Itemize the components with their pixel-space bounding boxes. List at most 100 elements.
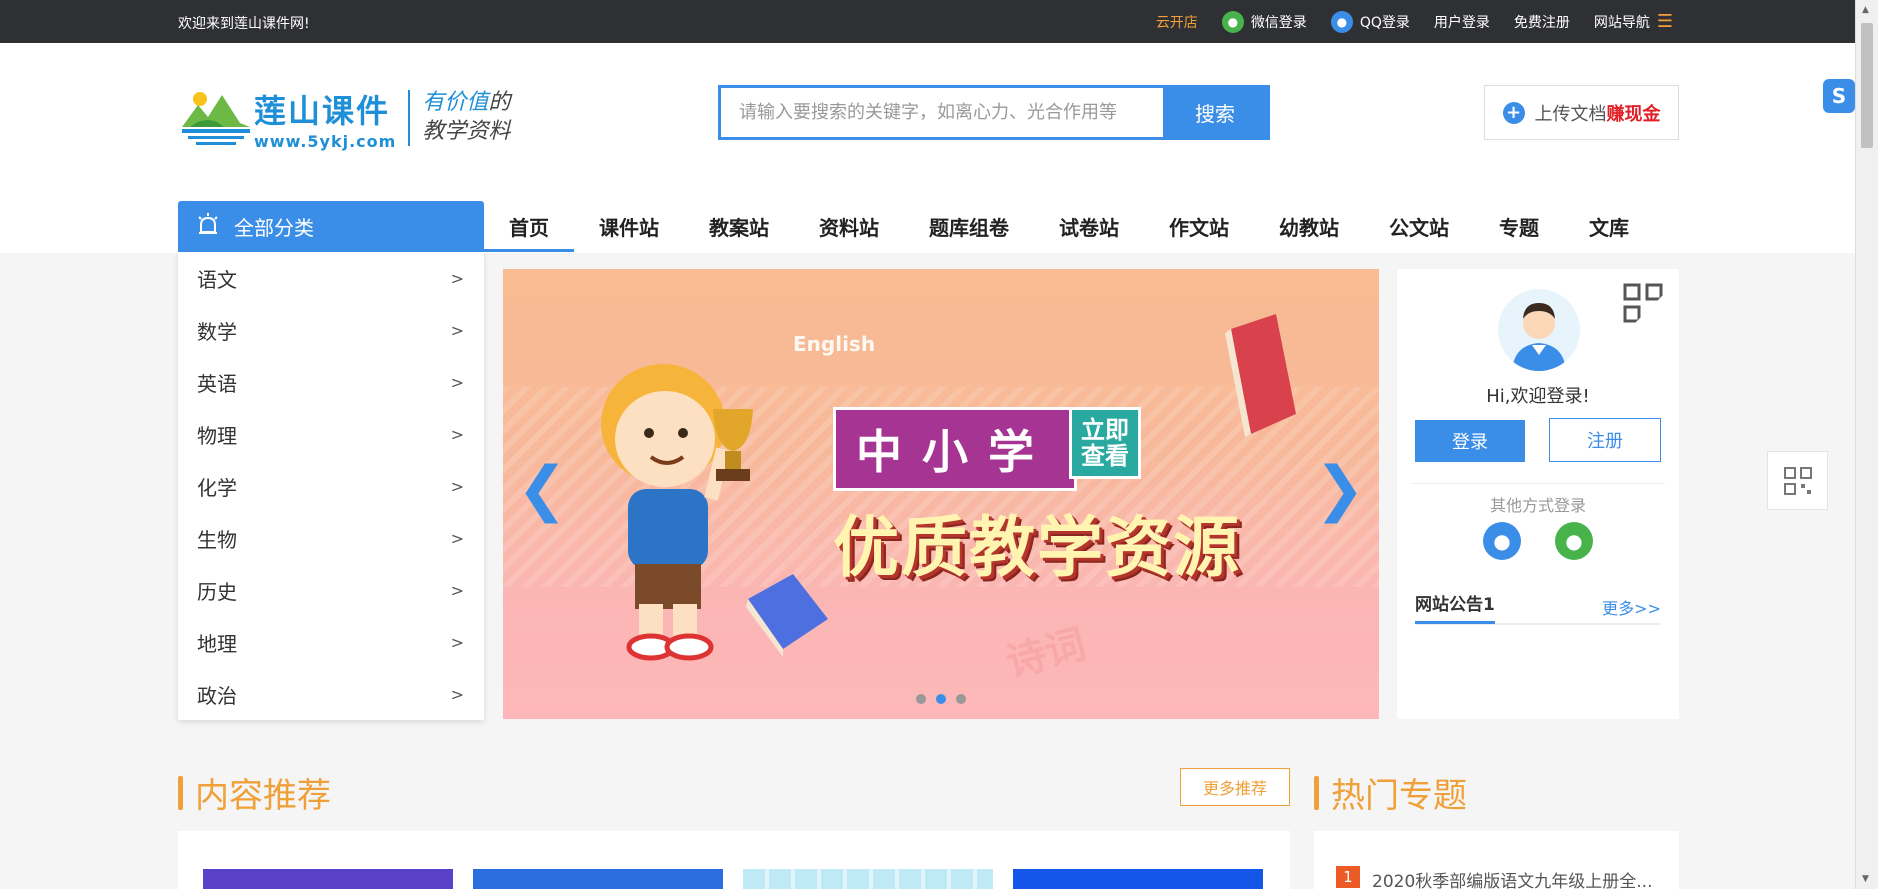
category-item[interactable]: 英语 > [178,356,484,408]
cloud-store-link[interactable]: 云开店 [1156,12,1198,32]
blue-book-illustration [738,569,833,663]
nav-library[interactable]: 文库 [1564,201,1654,252]
user-panel: Hi,欢迎登录! 登录 注册 其他方式登录 ● ● 网站公告1 更多>> [1397,269,1679,719]
category-list: 语文 > 数学 > 英语 > 物理 > 化学 > 生物 > 历史 > 地理 > 政治 > [178,252,484,720]
qq-login-icon[interactable]: ● [1483,522,1521,560]
category-label: 物理 [197,423,237,448]
slide-dot[interactable] [916,694,926,704]
nav-home[interactable]: 首页 [484,201,574,252]
recommend-section-title: 内容推荐 [178,768,331,817]
category-item[interactable]: 化学 > [178,460,484,512]
nav-question-bank[interactable]: 题库组卷 [904,201,1034,252]
category-label: 地理 [197,631,237,656]
recommend-title-text: 内容推荐 [195,776,331,816]
category-arrow: > [450,476,464,496]
user-login-link[interactable]: 用户登录 [1434,12,1490,32]
qr-code-icon[interactable] [1623,283,1663,323]
logo-url: www.5ykj.com [254,131,397,151]
banner-poem-text: 诗词 [1001,621,1091,687]
nav-preschool[interactable]: 幼教站 [1254,201,1364,252]
all-categories-button[interactable]: 全部分类 [178,201,484,252]
banner-headline-primary: 中小学 [833,407,1077,491]
category-arrow: > [450,632,464,652]
slogan-suffix: 的 [488,90,511,116]
upload-highlight: 赚现金 [1606,103,1661,125]
category-item[interactable]: 数学 > [178,304,484,356]
nav-documents[interactable]: 公文站 [1364,201,1474,252]
side-qr-code-icon[interactable] [1767,451,1828,510]
site-nav-link[interactable]: 网站导航 ☰ [1594,12,1673,32]
more-recommend-button[interactable]: 更多推荐 [1180,768,1290,806]
slogan-line2: 教学资料 [422,119,511,144]
search-input[interactable] [721,88,1163,137]
avatar [1498,289,1580,371]
search-button[interactable]: 搜索 [1163,88,1267,137]
scroll-down-arrow-icon[interactable]: ▼ [1862,874,1869,884]
upload-document-button[interactable]: + 上传文档赚现金 [1484,85,1679,140]
logo-text: 莲山课件 www.5ykj.com [254,86,396,151]
logo-title: 莲山课件 [254,92,391,129]
category-item[interactable]: 物理 > [178,408,484,460]
cta-line2: 查看 [1081,442,1129,470]
recommend-thumbnail[interactable] [1013,869,1263,889]
logo-divider [408,90,411,146]
nav-materials[interactable]: 资料站 [794,201,904,252]
category-item[interactable]: 历史 > [178,564,484,616]
nav-essays[interactable]: 作文站 [1144,201,1254,252]
category-label: 英语 [197,371,237,396]
category-item[interactable]: 生物 > [178,512,484,564]
notice-title[interactable]: 网站公告1 [1415,590,1495,624]
notice-more-link[interactable]: 更多>> [1602,595,1661,619]
site-logo[interactable]: 莲山课件 www.5ykj.com 有价值的 教学资料 [178,73,538,163]
category-item[interactable]: 地理 > [178,616,484,668]
slide-dot-active[interactable] [936,694,946,704]
category-item[interactable]: 政治 > [178,668,484,720]
notice-header: 网站公告1 更多>> [1415,591,1661,625]
recommend-thumbnail[interactable] [473,869,723,889]
nav-lesson-plans[interactable]: 教案站 [684,201,794,252]
category-label: 化学 [197,475,237,500]
top-links: 云开店 ● 微信登录 ● QQ登录 用户登录 免费注册 网站导航 ☰ [1156,0,1673,43]
qq-login-link[interactable]: ● QQ登录 [1330,10,1410,33]
hero-banner[interactable]: English 中小学 立即 查看 优质教学资源 诗词 ❮ ❯ [503,269,1379,719]
category-arrow: > [450,684,464,704]
nav-exam-papers[interactable]: 试卷站 [1034,201,1144,252]
hot-topics-section-title: 热门专题 [1314,768,1467,817]
slide-dot[interactable] [956,694,966,704]
banner-next-arrow-icon[interactable]: ❯ [1315,459,1365,519]
nav-topics[interactable]: 专题 [1474,201,1564,252]
section-bar [178,775,183,810]
alarm-light-icon [196,212,220,241]
red-book-illustration [1221,309,1301,443]
hot-rank-badge: 1 [1336,866,1360,888]
banner-headline-secondary: 优质教学资源 [833,509,1241,586]
top-bar: 欢迎来到莲山课件网! 云开店 ● 微信登录 ● QQ登录 用户登录 免费注册 网… [0,0,1878,43]
welcome-greeting: Hi,欢迎登录! [1486,386,1590,407]
banner-prev-arrow-icon[interactable]: ❮ [517,459,567,519]
search-box: 搜索 [718,85,1270,140]
login-button[interactable]: 登录 [1415,420,1525,462]
nav-courseware[interactable]: 课件站 [574,201,684,252]
category-label: 历史 [197,579,237,604]
scroll-up-arrow-icon[interactable]: ▲ [1862,5,1869,15]
main-nav: 首页 课件站 教案站 资料站 题库组卷 试卷站 作文站 幼教站 公文站 专题 文… [484,201,1654,252]
wechat-login-link[interactable]: ● 微信登录 [1221,10,1307,33]
vertical-scrollbar[interactable]: ▲ ▼ [1855,0,1878,889]
register-button[interactable]: 注册 [1549,418,1661,462]
side-float-icon[interactable]: S [1823,79,1855,113]
site-nav-label: 网站导航 [1593,14,1650,31]
hot-topic-link[interactable]: 2020秋季部编版语文九年级上册全... [1372,867,1672,889]
scrollbar-thumb[interactable] [1861,23,1873,148]
free-register-link[interactable]: 免费注册 [1514,12,1570,32]
hot-title-text: 热门专题 [1331,776,1467,816]
recommend-thumbnail[interactable] [743,869,993,889]
category-label: 语文 [197,267,237,292]
logo-slogan: 有价值的 教学资料 [422,89,510,146]
lotus-mountain-icon [178,83,254,153]
menu-icon: ☰ [1656,10,1673,32]
recommend-thumbnail[interactable] [203,869,453,889]
category-item[interactable]: 语文 > [178,252,484,304]
recommend-panel [178,831,1290,889]
banner-cta[interactable]: 立即 查看 [1069,407,1141,479]
wechat-login-icon[interactable]: ● [1555,522,1593,560]
